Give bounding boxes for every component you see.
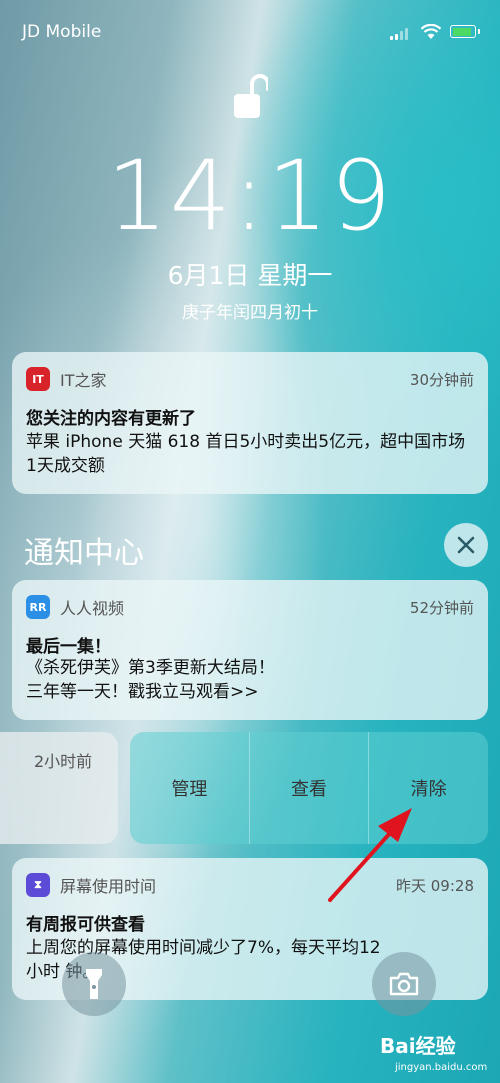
notification-time: 2小时前 [34, 752, 93, 771]
clear-button[interactable]: 清除 [369, 732, 489, 844]
renren-app-icon: RR [26, 595, 50, 619]
notification-time: 52分钟前 [409, 598, 474, 617]
battery-icon [450, 25, 480, 38]
ithome-app-icon: IT [26, 367, 50, 391]
clock-time: 14:19 [106, 140, 394, 252]
app-name: IT之家 [60, 371, 107, 390]
swiped-notification[interactable]: 2小时前 [0, 732, 118, 844]
notification-title: 有周报可供查看 [26, 915, 145, 935]
notification-ithome[interactable]: IT IT之家 30分钟前 您关注的内容有更新了 苹果 iPhone 天猫 61… [12, 352, 488, 494]
notification-time: 30分钟前 [409, 370, 474, 389]
app-name: 屏幕使用时间 [60, 877, 157, 896]
notification-body: 苹果 iPhone 天猫 618 首日5小时卖出5亿元，超中国市场1天成交额 [26, 432, 466, 476]
unlock-icon [234, 74, 268, 118]
clock-date: 6月1日 星期一 [167, 261, 333, 290]
app-name: 人人视频 [60, 599, 125, 618]
clear-all-button[interactable] [444, 523, 488, 567]
flashlight-button[interactable] [62, 952, 126, 1016]
status-bar: JD Mobile [0, 22, 500, 44]
lunar-date: 庚子年闰四月初十 [182, 303, 318, 323]
manage-button[interactable]: 管理 [130, 732, 250, 844]
watermark: Bai经验 [380, 1034, 456, 1058]
camera-icon [389, 972, 419, 996]
notification-line-1: 《杀死伊芙》第3季更新大结局！ [26, 658, 275, 678]
notification-line-2: 三年等一天！戳我立马观看>> [26, 682, 259, 702]
notification-title: 您关注的内容有更新了 [26, 409, 196, 429]
notification-time: 昨天 09:28 [396, 876, 474, 895]
wifi-icon [420, 24, 442, 39]
notification-renren[interactable]: RR 人人视频 52分钟前 最后一集！ 《杀死伊芙》第3季更新大结局！ 三年等一… [12, 580, 488, 720]
carrier-label: JD Mobile [22, 22, 102, 42]
flashlight-icon [86, 969, 102, 999]
notification-actions: 管理 查看 清除 [130, 732, 489, 844]
cellular-signal-icon [390, 28, 408, 40]
notification-center-title: 通知中心 [24, 536, 144, 571]
camera-button[interactable] [372, 952, 436, 1016]
close-icon [457, 536, 475, 554]
hourglass-icon: ⧗ [26, 873, 50, 897]
watermark-url: jingyan.baidu.com [395, 1062, 488, 1073]
notification-title: 最后一集！ [26, 637, 111, 657]
view-button[interactable]: 查看 [249, 732, 370, 844]
